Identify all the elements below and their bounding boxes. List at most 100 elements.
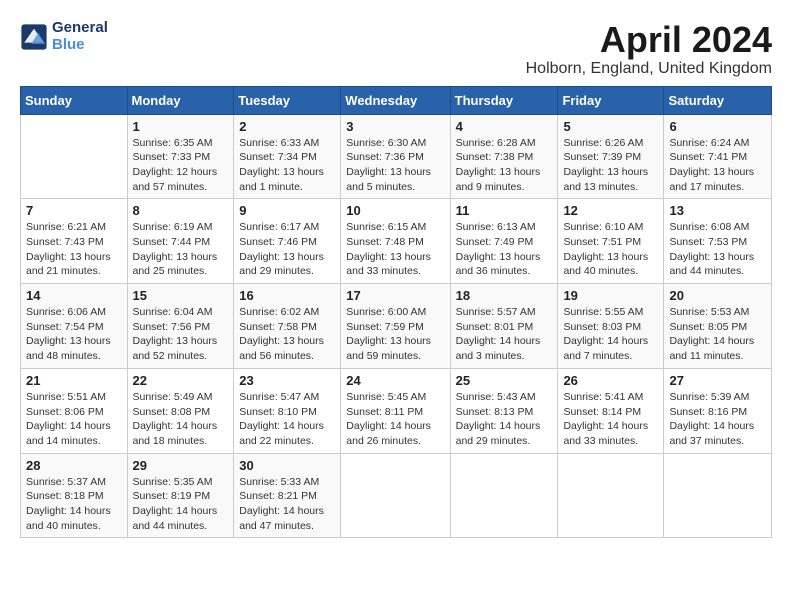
calendar-cell: 14 Sunrise: 6:06 AM Sunset: 7:54 PM Dayli… [21, 284, 128, 369]
calendar-cell [21, 114, 128, 199]
day-number: 20 [669, 288, 766, 303]
calendar-cell: 5Sunrise: 6:26 AM Sunset: 7:39 PM Daylig… [558, 114, 664, 199]
calendar-cell: 16Sunrise: 6:02 AM Sunset: 7:58 PM Dayli… [234, 284, 341, 369]
day-number: 26 [563, 373, 658, 388]
cell-details: Sunrise: 5:57 AM Sunset: 8:01 PM Dayligh… [456, 305, 553, 364]
calendar-cell [558, 453, 664, 538]
calendar-cell: 18 Sunrise: 5:57 AM Sunset: 8:01 PM Dayli… [450, 284, 558, 369]
day-number: 9 [239, 203, 335, 218]
calendar-cell: 4 Sunrise: 6:28 AM Sunset: 7:38 PM Daylig… [450, 114, 558, 199]
calendar-cell: 8 Sunrise: 6:19 AM Sunset: 7:44 PM Daylig… [127, 199, 234, 284]
day-number: 22 [133, 373, 229, 388]
weekday-header-sunday: Sunday [21, 86, 128, 114]
week-row-5: 28Sunrise: 5:37 AM Sunset: 8:18 PM Dayli… [21, 453, 772, 538]
day-number: 12 [563, 203, 658, 218]
day-number: 7 [26, 203, 122, 218]
week-row-2: 7 Sunrise: 6:21 AM Sunset: 7:43 PM Daylig… [21, 199, 772, 284]
day-number: 25 [456, 373, 553, 388]
calendar-cell: 29 Sunrise: 5:35 AM Sunset: 8:19 PM Dayli… [127, 453, 234, 538]
day-number: 30 [239, 458, 335, 473]
weekday-header-row: SundayMondayTuesdayWednesdayThursdayFrid… [21, 86, 772, 114]
weekday-header-tuesday: Tuesday [234, 86, 341, 114]
cell-details: Sunrise: 5:49 AM Sunset: 8:08 PM Dayligh… [133, 390, 229, 449]
calendar-cell: 23Sunrise: 5:47 AM Sunset: 8:10 PM Dayli… [234, 368, 341, 453]
calendar-table: SundayMondayTuesdayWednesdayThursdayFrid… [20, 86, 772, 539]
calendar-cell: 7 Sunrise: 6:21 AM Sunset: 7:43 PM Daylig… [21, 199, 128, 284]
day-number: 6 [669, 119, 766, 134]
calendar-cell: 9Sunrise: 6:17 AM Sunset: 7:46 PM Daylig… [234, 199, 341, 284]
weekday-header-saturday: Saturday [664, 86, 772, 114]
page-header: General Blue April 2024 Holborn, England… [20, 20, 772, 78]
day-number: 13 [669, 203, 766, 218]
day-number: 14 [26, 288, 122, 303]
calendar-cell: 30 Sunrise: 5:33 AM Sunset: 8:21 PM Dayli… [234, 453, 341, 538]
cell-details: Sunrise: 5:35 AM Sunset: 8:19 PM Dayligh… [133, 475, 229, 534]
calendar-cell: 20 Sunrise: 5:53 AM Sunset: 8:05 PM Dayli… [664, 284, 772, 369]
day-number: 19 [563, 288, 658, 303]
calendar-cell: 11 Sunrise: 6:13 AM Sunset: 7:49 PM Dayli… [450, 199, 558, 284]
day-number: 15 [133, 288, 229, 303]
cell-details: Sunrise: 5:33 AM Sunset: 8:21 PM Dayligh… [239, 475, 335, 534]
calendar-cell: 6 Sunrise: 6:24 AM Sunset: 7:41 PM Daylig… [664, 114, 772, 199]
cell-details: Sunrise: 6:13 AM Sunset: 7:49 PM Dayligh… [456, 220, 553, 279]
cell-details: Sunrise: 5:53 AM Sunset: 8:05 PM Dayligh… [669, 305, 766, 364]
day-number: 24 [346, 373, 444, 388]
logo: General Blue [20, 20, 108, 53]
cell-details: Sunrise: 5:39 AM Sunset: 8:16 PM Dayligh… [669, 390, 766, 449]
calendar-cell: 3Sunrise: 6:30 AM Sunset: 7:36 PM Daylig… [341, 114, 450, 199]
day-number: 17 [346, 288, 444, 303]
day-number: 11 [456, 203, 553, 218]
calendar-cell: 26 Sunrise: 5:41 AM Sunset: 8:14 PM Dayli… [558, 368, 664, 453]
day-number: 1 [133, 119, 229, 134]
calendar-cell: 22 Sunrise: 5:49 AM Sunset: 8:08 PM Dayli… [127, 368, 234, 453]
day-number: 27 [669, 373, 766, 388]
title-block: April 2024 Holborn, England, United King… [526, 20, 772, 78]
week-row-4: 21Sunrise: 5:51 AM Sunset: 8:06 PM Dayli… [21, 368, 772, 453]
calendar-cell: 25 Sunrise: 5:43 AM Sunset: 8:13 PM Dayli… [450, 368, 558, 453]
cell-details: Sunrise: 6:19 AM Sunset: 7:44 PM Dayligh… [133, 220, 229, 279]
calendar-cell: 2Sunrise: 6:33 AM Sunset: 7:34 PM Daylig… [234, 114, 341, 199]
calendar-cell: 21Sunrise: 5:51 AM Sunset: 8:06 PM Dayli… [21, 368, 128, 453]
day-number: 8 [133, 203, 229, 218]
weekday-header-monday: Monday [127, 86, 234, 114]
cell-details: Sunrise: 6:10 AM Sunset: 7:51 PM Dayligh… [563, 220, 658, 279]
calendar-cell: 1Sunrise: 6:35 AM Sunset: 7:33 PM Daylig… [127, 114, 234, 199]
cell-details: Sunrise: 6:21 AM Sunset: 7:43 PM Dayligh… [26, 220, 122, 279]
calendar-cell [664, 453, 772, 538]
day-number: 16 [239, 288, 335, 303]
weekday-header-thursday: Thursday [450, 86, 558, 114]
cell-details: Sunrise: 6:30 AM Sunset: 7:36 PM Dayligh… [346, 136, 444, 195]
cell-details: Sunrise: 6:08 AM Sunset: 7:53 PM Dayligh… [669, 220, 766, 279]
weekday-header-wednesday: Wednesday [341, 86, 450, 114]
day-number: 23 [239, 373, 335, 388]
logo-icon [20, 23, 48, 51]
calendar-cell [341, 453, 450, 538]
day-number: 18 [456, 288, 553, 303]
cell-details: Sunrise: 5:55 AM Sunset: 8:03 PM Dayligh… [563, 305, 658, 364]
location: Holborn, England, United Kingdom [526, 60, 772, 78]
day-number: 29 [133, 458, 229, 473]
calendar-cell: 28Sunrise: 5:37 AM Sunset: 8:18 PM Dayli… [21, 453, 128, 538]
cell-details: Sunrise: 5:37 AM Sunset: 8:18 PM Dayligh… [26, 475, 122, 534]
cell-details: Sunrise: 6:26 AM Sunset: 7:39 PM Dayligh… [563, 136, 658, 195]
cell-details: Sunrise: 6:00 AM Sunset: 7:59 PM Dayligh… [346, 305, 444, 364]
cell-details: Sunrise: 6:24 AM Sunset: 7:41 PM Dayligh… [669, 136, 766, 195]
calendar-cell: 13 Sunrise: 6:08 AM Sunset: 7:53 PM Dayli… [664, 199, 772, 284]
calendar-cell [450, 453, 558, 538]
cell-details: Sunrise: 6:06 AM Sunset: 7:54 PM Dayligh… [26, 305, 122, 364]
week-row-3: 14 Sunrise: 6:06 AM Sunset: 7:54 PM Dayli… [21, 284, 772, 369]
calendar-cell: 27 Sunrise: 5:39 AM Sunset: 8:16 PM Dayli… [664, 368, 772, 453]
logo-text: General Blue [52, 20, 108, 53]
calendar-cell: 15Sunrise: 6:04 AM Sunset: 7:56 PM Dayli… [127, 284, 234, 369]
week-row-1: 1Sunrise: 6:35 AM Sunset: 7:33 PM Daylig… [21, 114, 772, 199]
day-number: 4 [456, 119, 553, 134]
day-number: 10 [346, 203, 444, 218]
cell-details: Sunrise: 6:33 AM Sunset: 7:34 PM Dayligh… [239, 136, 335, 195]
cell-details: Sunrise: 5:41 AM Sunset: 8:14 PM Dayligh… [563, 390, 658, 449]
cell-details: Sunrise: 6:28 AM Sunset: 7:38 PM Dayligh… [456, 136, 553, 195]
cell-details: Sunrise: 5:51 AM Sunset: 8:06 PM Dayligh… [26, 390, 122, 449]
cell-details: Sunrise: 6:15 AM Sunset: 7:48 PM Dayligh… [346, 220, 444, 279]
cell-details: Sunrise: 5:43 AM Sunset: 8:13 PM Dayligh… [456, 390, 553, 449]
cell-details: Sunrise: 5:45 AM Sunset: 8:11 PM Dayligh… [346, 390, 444, 449]
calendar-cell: 12 Sunrise: 6:10 AM Sunset: 7:51 PM Dayli… [558, 199, 664, 284]
